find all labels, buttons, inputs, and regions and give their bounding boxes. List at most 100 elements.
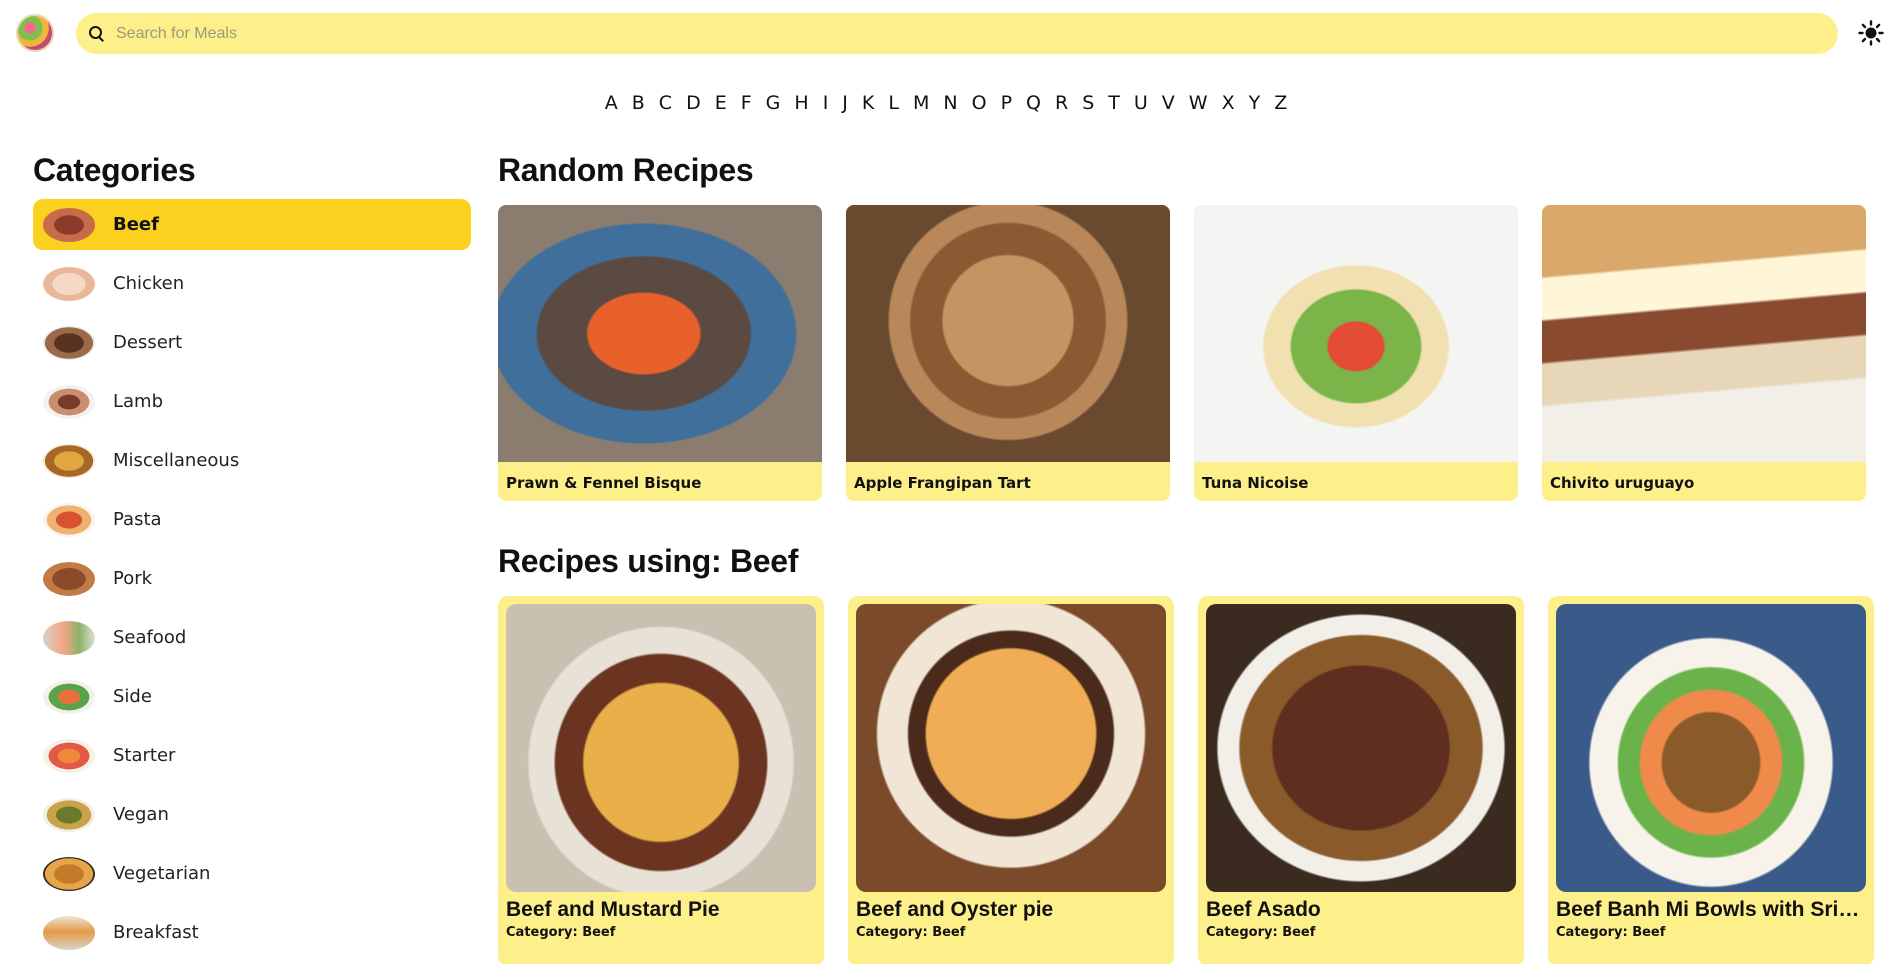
search-bar[interactable] <box>76 13 1838 54</box>
letter-q[interactable]: Q <box>1024 92 1043 114</box>
category-item-side[interactable]: Side <box>33 671 471 722</box>
recipe-name: Chivito uruguayo <box>1550 474 1695 492</box>
recipe-name: Tuna Nicoise <box>1202 474 1309 492</box>
category-label: Miscellaneous <box>113 450 240 471</box>
letter-b[interactable]: B <box>630 92 647 114</box>
recipe-name: Beef Banh Mi Bowls with Sriracha Mayo, C… <box>1556 898 1866 921</box>
category-thumbnail <box>43 207 95 242</box>
category-thumbnail <box>43 679 95 714</box>
category-item-breakfast[interactable]: Breakfast <box>33 907 471 958</box>
main-content: Random Recipes Prawn & Fennel Bisque Appl… <box>498 152 1878 964</box>
letter-t[interactable]: T <box>1106 92 1122 114</box>
top-bar <box>0 0 1892 66</box>
letter-z[interactable]: Z <box>1272 92 1289 114</box>
category-label: Chicken <box>113 273 185 294</box>
recipe-image <box>498 205 822 462</box>
letter-d[interactable]: D <box>684 92 703 114</box>
letter-e[interactable]: E <box>713 92 729 114</box>
theme-toggle-button[interactable] <box>1855 17 1887 49</box>
recipe-image <box>1194 205 1518 462</box>
recipe-name: Prawn & Fennel Bisque <box>506 474 702 492</box>
letter-k[interactable]: K <box>860 92 876 114</box>
category-item-vegetarian[interactable]: Vegetarian <box>33 848 471 899</box>
recipe-image <box>1206 604 1516 892</box>
letter-a[interactable]: A <box>603 92 620 114</box>
random-recipes-section: Random Recipes Prawn & Fennel Bisque Appl… <box>498 152 1878 501</box>
recipe-image <box>856 604 1166 892</box>
recipe-image <box>1556 604 1866 892</box>
category-label: Side <box>113 686 152 707</box>
category-item-dessert[interactable]: Dessert <box>33 317 471 368</box>
recipe-category: Category: Beef <box>856 925 966 940</box>
letter-u[interactable]: U <box>1132 92 1150 114</box>
category-thumbnail <box>43 915 95 950</box>
categories-sidebar: Categories Beef Chicken Dessert Lamb Miscell… <box>33 152 471 964</box>
random-recipes-title: Random Recipes <box>498 152 754 188</box>
recipe-name: Beef Asado <box>1206 898 1321 921</box>
category-recipe-card[interactable]: Beef Banh Mi Bowls with Sriracha Mayo, C… <box>1548 596 1874 964</box>
letter-w[interactable]: W <box>1187 92 1210 114</box>
recipe-category: Category: Beef <box>1556 925 1666 940</box>
category-item-chicken[interactable]: Chicken <box>33 258 471 309</box>
recipe-name: Beef and Mustard Pie <box>506 898 720 921</box>
category-label: Pasta <box>113 509 162 530</box>
letter-n[interactable]: N <box>941 92 959 114</box>
letter-i[interactable]: I <box>821 92 831 114</box>
recipe-category: Category: Beef <box>1206 925 1316 940</box>
category-item-pork[interactable]: Pork <box>33 553 471 604</box>
letter-p[interactable]: P <box>999 92 1014 114</box>
category-recipes-section: Recipes using: Beef Beef and Mustard Pie… <box>498 543 1878 964</box>
category-item-lamb[interactable]: Lamb <box>33 376 471 427</box>
letter-c[interactable]: C <box>657 92 674 114</box>
category-thumbnail <box>43 266 95 301</box>
recipe-image <box>846 205 1170 462</box>
letter-m[interactable]: M <box>911 92 931 114</box>
category-item-seafood[interactable]: Seafood <box>33 612 471 663</box>
letter-f[interactable]: F <box>739 92 754 114</box>
random-recipe-cards: Prawn & Fennel Bisque Apple Frangipan Tar… <box>498 205 1878 501</box>
category-thumbnail <box>43 856 95 891</box>
category-item-starter[interactable]: Starter <box>33 730 471 781</box>
category-item-beef[interactable]: Beef <box>33 199 471 250</box>
category-thumbnail <box>43 443 95 478</box>
category-recipe-card[interactable]: Beef and Mustard Pie Category: Beef <box>498 596 824 964</box>
category-label: Seafood <box>113 627 187 648</box>
category-item-vegan[interactable]: Vegan <box>33 789 471 840</box>
recipe-category: Category: Beef <box>506 925 616 940</box>
letter-g[interactable]: G <box>764 92 783 114</box>
category-recipes-title: Recipes using: Beef <box>498 543 799 579</box>
logo-icon[interactable] <box>16 14 54 52</box>
category-recipe-card[interactable]: Beef Asado Category: Beef <box>1198 596 1524 964</box>
category-item-pasta[interactable]: Pasta <box>33 494 471 545</box>
category-label: Vegan <box>113 804 169 825</box>
search-input[interactable] <box>116 24 1816 43</box>
letter-s[interactable]: S <box>1080 92 1096 114</box>
category-thumbnail <box>43 620 95 655</box>
alphabet-filter: ABCDEFGHIJKLMNOPQRSTUVWXYZ <box>0 92 1892 114</box>
letter-y[interactable]: Y <box>1247 92 1263 114</box>
letter-h[interactable]: H <box>792 92 810 114</box>
category-item-miscellaneous[interactable]: Miscellaneous <box>33 435 471 486</box>
recipe-image <box>1542 205 1866 462</box>
letter-o[interactable]: O <box>970 92 989 114</box>
letter-x[interactable]: X <box>1220 92 1237 114</box>
category-thumbnail <box>43 738 95 773</box>
letter-l[interactable]: L <box>886 92 901 114</box>
search-icon <box>88 25 106 43</box>
letter-r[interactable]: R <box>1053 92 1070 114</box>
random-recipe-card[interactable]: Prawn & Fennel Bisque <box>498 205 822 501</box>
categories-title: Categories <box>33 152 196 188</box>
category-thumbnail <box>43 384 95 419</box>
letter-v[interactable]: V <box>1160 92 1177 114</box>
category-thumbnail <box>43 797 95 832</box>
random-recipe-card[interactable]: Apple Frangipan Tart <box>846 205 1170 501</box>
category-recipe-card[interactable]: Beef and Oyster pie Category: Beef <box>848 596 1174 964</box>
category-label: Vegetarian <box>113 863 211 884</box>
category-thumbnail <box>43 325 95 360</box>
letter-j[interactable]: J <box>840 92 850 114</box>
random-recipe-card[interactable]: Tuna Nicoise <box>1194 205 1518 501</box>
category-thumbnail <box>43 561 95 596</box>
recipe-image <box>506 604 816 892</box>
random-recipe-card[interactable]: Chivito uruguayo <box>1542 205 1866 501</box>
category-label: Lamb <box>113 391 164 412</box>
